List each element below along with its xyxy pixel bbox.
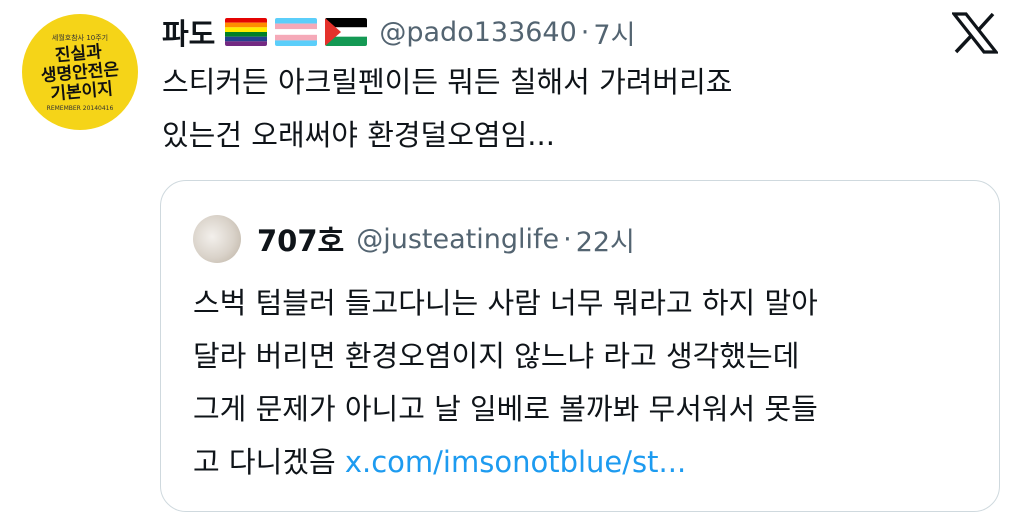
quoted-text-line: 그게 문제가 아니고 날 일베로 볼까봐 무서워서 못들 xyxy=(193,392,818,426)
quoted-text-line: 달라 버리면 환경오염이지 않느냐 라고 생각했는데 xyxy=(193,339,800,373)
tweet-text-line: 스티커든 아크릴펜이든 뭐든 칠해서 가려버리죠 xyxy=(162,65,733,99)
quoted-author-name[interactable]: 707호 xyxy=(257,218,344,260)
quoted-tweet-timestamp[interactable]: 22시 xyxy=(576,220,635,259)
x-logo-icon[interactable] xyxy=(952,12,998,54)
quoted-author-handle[interactable]: @justeatinglife xyxy=(356,224,559,255)
tweet-timestamp[interactable]: 7시 xyxy=(593,13,635,52)
quoted-tweet-text: 스벅 텀블러 들고다니는 사람 너무 뭐라고 하지 말아 달라 버리면 환경오염… xyxy=(193,277,993,489)
author-handle[interactable]: @pado133640 xyxy=(379,17,576,48)
tweet-text-line: 있는건 오래써야 환경덜오염임... xyxy=(162,118,555,152)
rainbow-flag-icon xyxy=(225,18,268,46)
quoted-text-line: 스벅 텀블러 들고다니는 사람 너무 뭐라고 하지 말아 xyxy=(193,286,818,320)
author-avatar[interactable]: 세월호참사 10주기 진실과 생명안전은 기본이지 REMEMBER 20140… xyxy=(22,14,138,130)
transgender-flag-icon xyxy=(275,18,318,46)
quoted-tweet-header: 707호 @justeatinglife · 22시 xyxy=(257,217,635,261)
separator-dot: · xyxy=(580,16,590,48)
quoted-tweet-card[interactable]: 707호 @justeatinglife · 22시 스벅 텀블러 들고다니는 … xyxy=(160,180,1000,512)
author-name[interactable]: 파도 xyxy=(162,11,215,53)
tweet-header: 파도 @pado133640 · 7시 xyxy=(162,12,635,52)
avatar-bottom-text: REMEMBER 20140416 xyxy=(46,104,114,112)
palestine-flag-icon xyxy=(325,18,368,46)
quoted-tweet-link[interactable]: x.com/imsonotblue/st... xyxy=(345,445,686,479)
avatar-top-text: 세월호참사 10주기 xyxy=(51,33,109,42)
quoted-text-tail: 고 다니겠음 xyxy=(193,445,336,479)
quoted-author-avatar[interactable] xyxy=(193,215,241,263)
tweet-text: 스티커든 아크릴펜이든 뭐든 칠해서 가려버리죠 있는건 오래써야 환경덜오염임… xyxy=(162,56,1002,162)
separator-dot: · xyxy=(563,223,572,255)
avatar-main-text: 진실과 생명안전은 기본이지 xyxy=(39,41,122,105)
quoted-text-line-last: 고 다니겠음 x.com/imsonotblue/st... xyxy=(193,436,993,489)
author-flags xyxy=(225,18,368,46)
